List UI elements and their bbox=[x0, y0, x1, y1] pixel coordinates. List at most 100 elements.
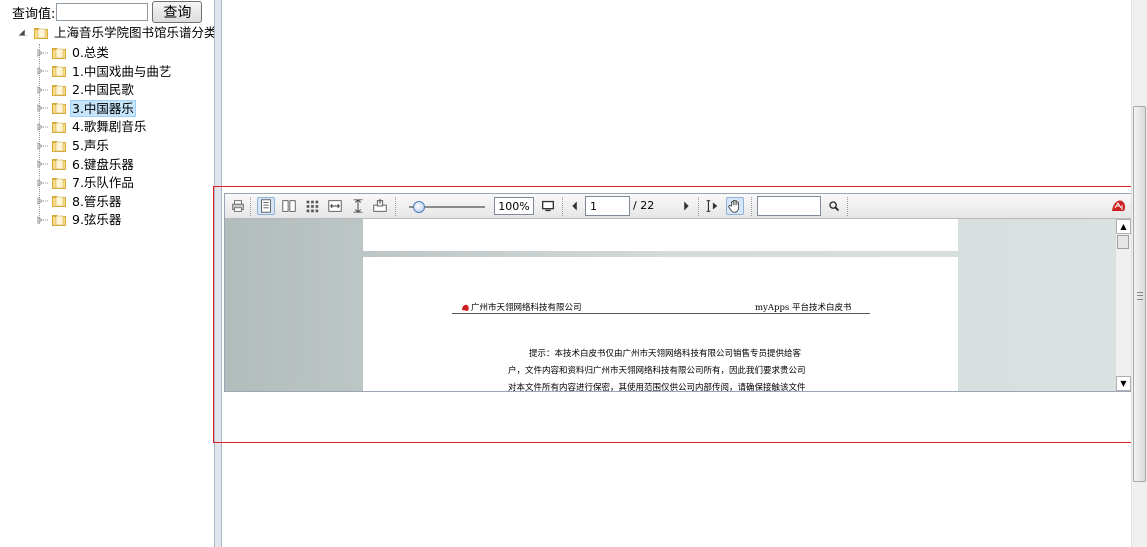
tree-item-label: 0.总类 bbox=[72, 45, 109, 60]
tree-item[interactable]: 8.管乐器 bbox=[36, 192, 123, 211]
find-input[interactable] bbox=[757, 196, 821, 216]
page-header-title: myApps 平台技术白皮书 bbox=[755, 303, 852, 313]
doc-line-1: 提示：本技术白皮书仅由广州市天翎网络科技有限公司销售专员提供给客 bbox=[529, 349, 802, 359]
page-header-company: 广州市天翎网络科技有限公司 bbox=[471, 303, 582, 313]
fit-height-icon bbox=[353, 199, 363, 213]
text-cursor-icon bbox=[706, 200, 718, 212]
scroll-up-button[interactable]: ▲ bbox=[1116, 219, 1131, 234]
two-page-button[interactable] bbox=[280, 197, 298, 215]
folder-icon bbox=[52, 196, 66, 208]
tree-item[interactable]: 0.总类 bbox=[36, 43, 111, 62]
search-row: 查询值: 查询 bbox=[12, 1, 203, 23]
fit-height-button[interactable] bbox=[349, 197, 367, 215]
tree-item[interactable]: 2.中国民歌 bbox=[36, 80, 136, 99]
tree-expander-icon[interactable] bbox=[36, 119, 50, 135]
text-select-button[interactable] bbox=[703, 197, 721, 215]
tree-item-label: 9.弦乐器 bbox=[72, 212, 122, 228]
rotate-page-icon bbox=[373, 198, 387, 212]
left-panel: 查询值: 查询 上海音乐学院图书馆乐谱分类 0.总类 1.中国戏曲与曲艺 2.中国民… bbox=[0, 0, 214, 547]
expand-toggle-icon[interactable] bbox=[16, 25, 30, 41]
tree-expander-icon[interactable] bbox=[36, 212, 50, 228]
tree-expander-icon[interactable] bbox=[36, 156, 50, 172]
tree-item-label: 7.乐队作品 bbox=[72, 175, 134, 191]
printer-icon bbox=[232, 200, 244, 212]
grid-icon bbox=[306, 200, 319, 213]
company-logo-icon bbox=[462, 304, 469, 311]
logo-seal-icon bbox=[1112, 200, 1126, 211]
toolbar-separator bbox=[562, 197, 565, 216]
tree-expander-icon[interactable] bbox=[36, 100, 50, 116]
doc-line-2: 户，文件内容和资料归广州市天翎网络科技有限公司所有，因此我们要求贵公司 bbox=[508, 366, 806, 376]
document-view[interactable]: 广州市天翎网络科技有限公司 myApps 平台技术白皮书 提示：本技术白皮书仅由… bbox=[225, 219, 1115, 391]
tree-expander-icon[interactable] bbox=[36, 45, 50, 61]
zoom-slider-handle[interactable] bbox=[412, 201, 425, 213]
folder-icon bbox=[52, 84, 66, 96]
single-page-icon bbox=[257, 197, 275, 215]
fit-width-button[interactable] bbox=[326, 197, 344, 215]
document-panel: 100% 1 / 22 广州市天翎网络科技有限公司 myApps 平台技术白皮书… bbox=[213, 0, 1147, 547]
thumbnail-button[interactable] bbox=[303, 197, 321, 215]
document-page-2: 广州市天翎网络科技有限公司 myApps 平台技术白皮书 提示：本技术白皮书仅由… bbox=[363, 257, 958, 391]
print-button[interactable] bbox=[229, 197, 247, 215]
folder-icon bbox=[52, 66, 66, 78]
scroll-down-button[interactable]: ▼ bbox=[1116, 376, 1131, 391]
search-button[interactable]: 查询 bbox=[152, 1, 203, 23]
tree-item[interactable]: 6.键盘乐器 bbox=[36, 155, 136, 174]
fullscreen-button[interactable] bbox=[539, 197, 557, 215]
tree-item-label: 6.键盘乐器 bbox=[72, 156, 134, 172]
tree-expander-icon[interactable] bbox=[36, 63, 50, 79]
tree-item[interactable]: 5.声乐 bbox=[36, 136, 111, 155]
document-scrollbar[interactable]: ▲ ▼ bbox=[1115, 219, 1131, 391]
folder-icon bbox=[52, 159, 66, 171]
folder-icon bbox=[52, 214, 66, 226]
tree-item[interactable]: 4.歌舞剧音乐 bbox=[36, 117, 148, 136]
folder-icon bbox=[52, 121, 66, 133]
scroll-grip-icon bbox=[1137, 292, 1143, 300]
two-page-icon bbox=[282, 200, 296, 212]
zoom-level-field[interactable]: 100% bbox=[494, 197, 534, 215]
page-header-left: 广州市天翎网络科技有限公司 bbox=[461, 301, 582, 313]
viewer-logo bbox=[1110, 197, 1128, 215]
tree-item[interactable]: 9.弦乐器 bbox=[36, 210, 123, 229]
tree-item-label: 3.中国器乐 bbox=[70, 99, 136, 117]
next-page-button[interactable] bbox=[677, 197, 695, 215]
rotate-button[interactable] bbox=[371, 197, 389, 215]
prev-page-button[interactable] bbox=[566, 197, 584, 215]
tree-expander-icon[interactable] bbox=[36, 193, 50, 209]
find-button[interactable] bbox=[825, 197, 843, 215]
single-page-button[interactable] bbox=[257, 197, 275, 215]
toolbar-separator bbox=[751, 197, 754, 216]
folder-icon bbox=[52, 140, 66, 152]
toolbar-separator bbox=[698, 197, 701, 216]
page-scroll-thumb[interactable] bbox=[1133, 106, 1146, 482]
folder-icon bbox=[52, 103, 66, 115]
tree-item-label: 8.管乐器 bbox=[72, 193, 122, 209]
tree-expander-icon[interactable] bbox=[36, 82, 50, 98]
page-header-rule bbox=[452, 313, 870, 314]
tree-item[interactable]: 3.中国器乐 bbox=[36, 99, 136, 118]
tree-item-label: 2.中国民歌 bbox=[72, 82, 134, 98]
tree-item-label: 4.歌舞剧音乐 bbox=[72, 119, 147, 135]
tree-expander-icon[interactable] bbox=[36, 175, 50, 191]
document-scroll-thumb[interactable] bbox=[1117, 235, 1129, 249]
tree-expander-icon[interactable] bbox=[36, 138, 50, 154]
page-number-input[interactable]: 1 bbox=[585, 196, 630, 216]
hand-icon bbox=[726, 197, 744, 215]
monitor-icon bbox=[542, 200, 554, 212]
pan-tool-button[interactable] bbox=[726, 197, 744, 215]
document-page-1 bbox=[363, 219, 958, 251]
magnifier-icon bbox=[829, 201, 840, 212]
tree-item-label: 1.中国戏曲与曲艺 bbox=[72, 63, 172, 79]
viewer-toolbar: 100% 1 / 22 bbox=[225, 194, 1131, 219]
pdf-viewer: 100% 1 / 22 广州市天翎网络科技有限公司 myApps 平台技术白皮书… bbox=[224, 193, 1132, 392]
page-scrollbar[interactable] bbox=[1131, 0, 1147, 547]
search-label: 查询值: bbox=[12, 6, 56, 22]
toolbar-separator bbox=[847, 197, 850, 216]
tree-item[interactable]: 1.中国戏曲与曲艺 bbox=[36, 62, 173, 81]
tree-root[interactable]: 上海音乐学院图书馆乐谱分类 bbox=[16, 23, 214, 42]
search-input[interactable] bbox=[56, 3, 149, 21]
folder-open-icon bbox=[34, 27, 48, 39]
page-total: / 22 bbox=[633, 199, 655, 212]
tree-item[interactable]: 7.乐队作品 bbox=[36, 173, 136, 192]
tree-root-label: 上海音乐学院图书馆乐谱分类 bbox=[54, 25, 214, 40]
